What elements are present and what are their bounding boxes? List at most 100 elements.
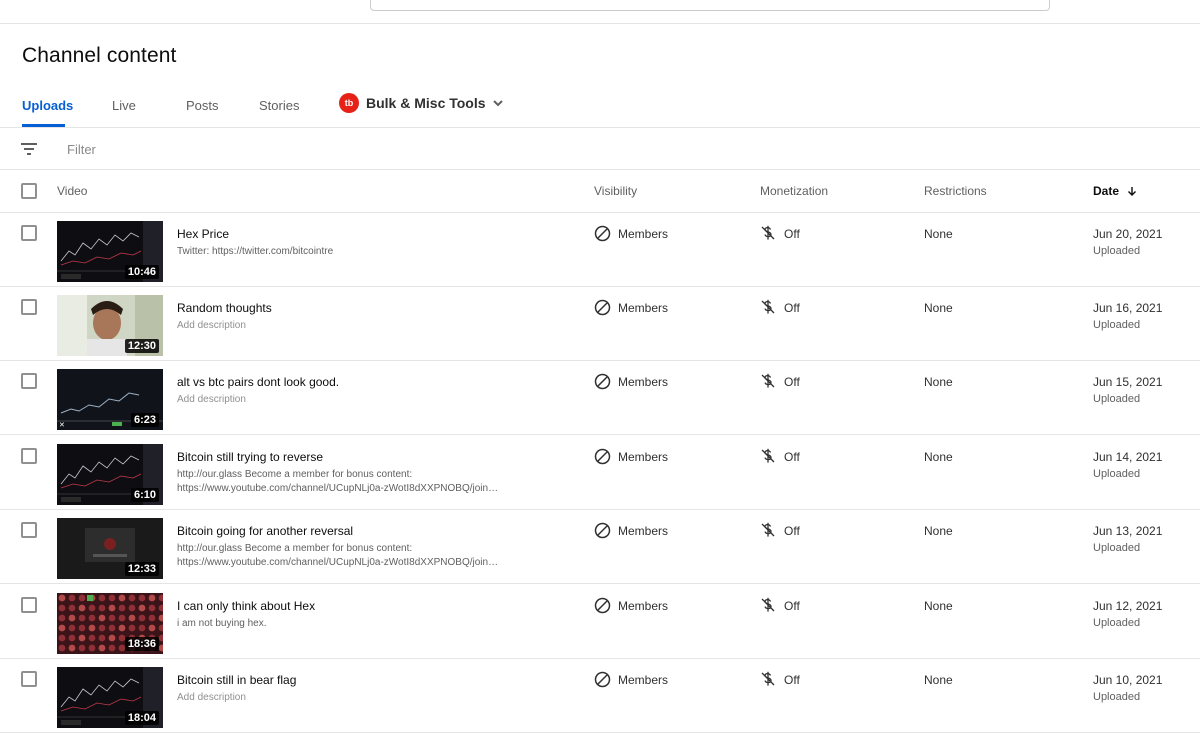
date-value: Jun 16, 2021 (1093, 301, 1163, 315)
restrictions-value: None (924, 450, 953, 464)
table-row[interactable]: 18:04 Bitcoin still in bear flag Add descr… (0, 659, 1200, 733)
tab-stories[interactable]: Stories (259, 98, 299, 113)
table-header: Video Visibility Monetization Restrictio… (0, 170, 1200, 213)
monetization-off-icon (761, 597, 775, 612)
tubebuddy-logo-icon: tb (339, 93, 359, 113)
table-row[interactable]: 12:33 Bitcoin going for another reversal h… (0, 510, 1200, 584)
tab-live[interactable]: Live (112, 98, 136, 113)
monetization-off-icon (761, 373, 775, 388)
column-header-restrictions[interactable]: Restrictions (924, 184, 987, 198)
monetization-value[interactable]: Off (784, 227, 800, 241)
date-value: Jun 12, 2021 (1093, 599, 1163, 613)
svg-text:✕: ✕ (59, 421, 65, 429)
visibility-value[interactable]: Members (618, 301, 668, 315)
video-duration: 12:33 (124, 562, 159, 576)
video-title[interactable]: Bitcoin still in bear flag (177, 673, 296, 687)
table-row[interactable]: 12:30 Random thoughts Add description Membe… (0, 287, 1200, 361)
filter-bar: Filter (0, 128, 1200, 170)
video-description[interactable]: i am not buying hex. (177, 617, 537, 631)
date-value: Jun 10, 2021 (1093, 673, 1163, 687)
video-duration: 18:36 (124, 637, 159, 651)
video-thumbnail[interactable]: 10:46 (57, 221, 163, 282)
visibility-value[interactable]: Members (618, 227, 668, 241)
visibility-value[interactable]: Members (618, 599, 668, 613)
restrictions-value: None (924, 227, 953, 241)
row-checkbox[interactable] (21, 671, 37, 687)
video-duration: 10:46 (124, 265, 159, 279)
video-thumbnail[interactable]: 18:36 (57, 593, 163, 654)
row-checkbox[interactable] (21, 597, 37, 613)
row-checkbox[interactable] (21, 299, 37, 315)
date-value: Jun 20, 2021 (1093, 227, 1163, 241)
members-visibility-icon (594, 373, 611, 390)
monetization-off-icon (761, 299, 775, 314)
monetization-value[interactable]: Off (784, 524, 800, 538)
monetization-off-icon (761, 225, 775, 240)
chevron-down-icon (492, 100, 503, 107)
filter-input[interactable]: Filter (67, 142, 96, 157)
row-checkbox[interactable] (21, 225, 37, 241)
video-thumbnail[interactable]: ✕ 6:23 (57, 369, 163, 430)
date-value: Jun 13, 2021 (1093, 524, 1163, 538)
column-header-date-label: Date (1093, 184, 1120, 198)
video-title[interactable]: Bitcoin still trying to reverse (177, 450, 323, 464)
monetization-off-icon (761, 448, 775, 463)
video-description-line1: Add description (177, 394, 246, 405)
search-input[interactable] (370, 0, 1050, 11)
column-header-visibility[interactable]: Visibility (594, 184, 637, 198)
table-row[interactable]: 18:36 I can only think about Hex i am not … (0, 585, 1200, 659)
video-title[interactable]: Hex Price (177, 227, 229, 241)
members-visibility-icon (594, 448, 611, 465)
column-header-monetization[interactable]: Monetization (760, 184, 828, 198)
row-checkbox[interactable] (21, 448, 37, 464)
video-description[interactable]: Twitter: https://twitter.com/bitcointre (177, 245, 537, 259)
video-description[interactable]: http://our.glass Become a member for bon… (177, 468, 537, 496)
restrictions-value: None (924, 673, 953, 687)
column-header-date[interactable]: Date (1093, 184, 1137, 198)
monetization-value[interactable]: Off (784, 301, 800, 315)
video-thumbnail[interactable]: 18:04 (57, 667, 163, 728)
select-all-checkbox[interactable] (21, 183, 37, 199)
tab-uploads[interactable]: Uploads (22, 98, 73, 113)
tab-posts[interactable]: Posts (186, 98, 219, 113)
upload-status: Uploaded (1093, 691, 1141, 703)
visibility-value[interactable]: Members (618, 524, 668, 538)
members-visibility-icon (594, 597, 611, 614)
video-description[interactable]: Add description (177, 691, 537, 705)
upload-status: Uploaded (1093, 319, 1141, 331)
monetization-value[interactable]: Off (784, 599, 800, 613)
visibility-value[interactable]: Members (618, 375, 668, 389)
monetization-off-icon (761, 522, 775, 537)
row-checkbox[interactable] (21, 373, 37, 389)
video-title[interactable]: Bitcoin going for another reversal (177, 524, 353, 538)
table-row[interactable]: ✕ 6:23 alt vs btc pairs dont look good. Add… (0, 361, 1200, 435)
video-thumbnail[interactable]: 6:10 (57, 444, 163, 505)
video-title[interactable]: alt vs btc pairs dont look good. (177, 375, 339, 389)
video-title[interactable]: Random thoughts (177, 301, 272, 315)
monetization-value[interactable]: Off (784, 375, 800, 389)
filter-icon[interactable] (20, 140, 38, 158)
monetization-value[interactable]: Off (784, 673, 800, 687)
members-visibility-icon (594, 225, 611, 242)
video-description-line1: Add description (177, 692, 246, 703)
video-title[interactable]: I can only think about Hex (177, 599, 315, 613)
video-description-line1: Add description (177, 320, 246, 331)
video-description[interactable]: Add description (177, 393, 537, 407)
visibility-value[interactable]: Members (618, 673, 668, 687)
video-description[interactable]: Add description (177, 319, 537, 333)
upload-status: Uploaded (1093, 245, 1141, 257)
visibility-value[interactable]: Members (618, 450, 668, 464)
video-thumbnail[interactable]: 12:33 (57, 518, 163, 579)
video-description[interactable]: http://our.glass Become a member for bon… (177, 542, 537, 570)
row-checkbox[interactable] (21, 522, 37, 538)
bulk-tools-menu[interactable]: tb Bulk & Misc Tools (339, 93, 504, 113)
arrow-down-icon (1128, 187, 1137, 196)
video-thumbnail[interactable]: 12:30 (57, 295, 163, 356)
video-description-line1: i am not buying hex. (177, 618, 267, 629)
video-description-line2: https://www.youtube.com/channel/UCupNLj0… (177, 483, 499, 494)
video-duration: 6:23 (130, 413, 159, 427)
upload-status: Uploaded (1093, 617, 1141, 629)
monetization-value[interactable]: Off (784, 450, 800, 464)
table-row[interactable]: 10:46 Hex Price Twitter: https://twitter.c… (0, 213, 1200, 287)
table-row[interactable]: 6:10 Bitcoin still trying to reverse http:… (0, 436, 1200, 510)
